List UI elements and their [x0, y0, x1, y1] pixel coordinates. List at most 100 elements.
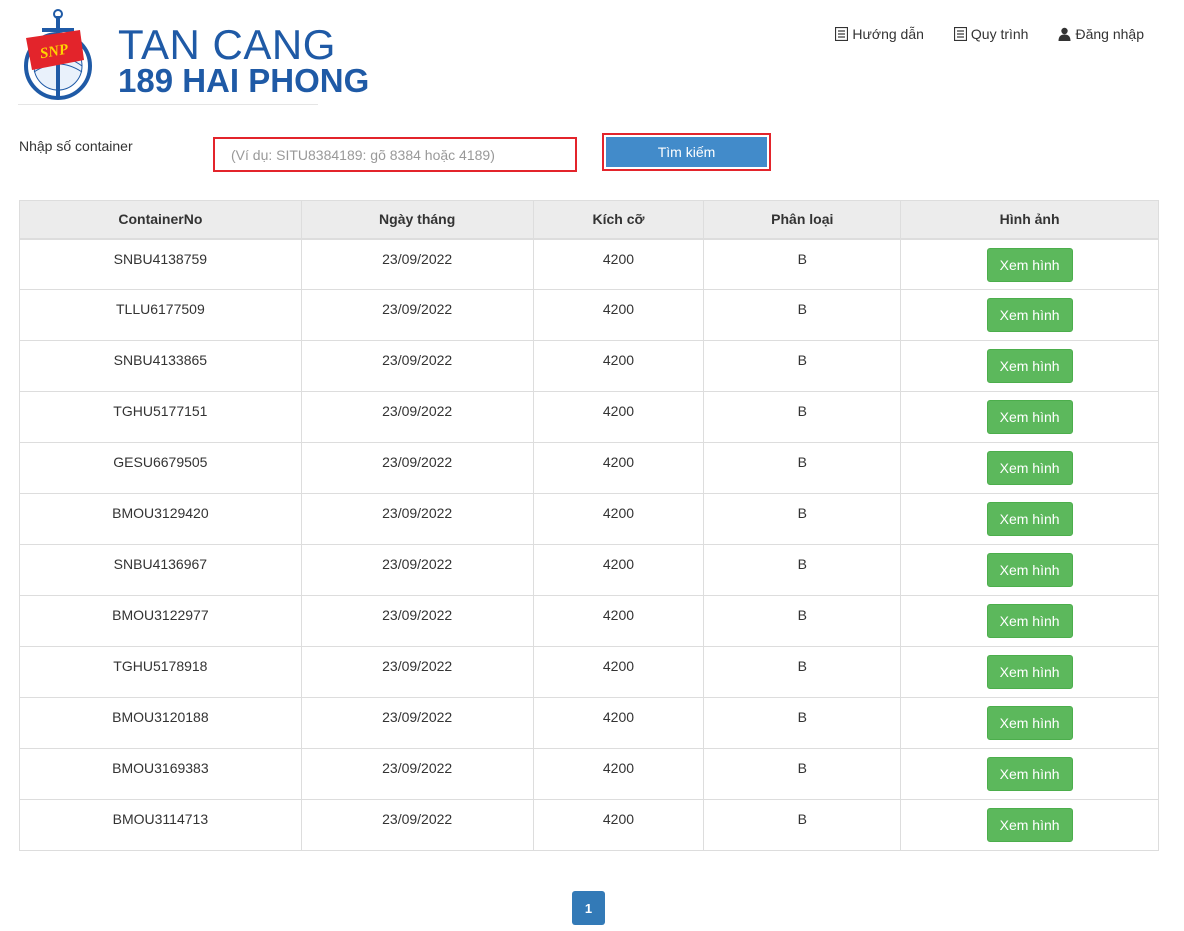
view-image-button[interactable]: Xem hình: [986, 247, 1073, 282]
image-cell: Xem hình: [900, 544, 1159, 596]
table-row: BMOU3114713 23/09/2022 4200 B Xem hình: [19, 799, 1159, 851]
image-cell: Xem hình: [900, 595, 1159, 647]
table-row: BMOU3129420 23/09/2022 4200 B Xem hình: [19, 493, 1159, 545]
size-cell: 4200: [532, 493, 705, 545]
container-number-cell: GESU6679505: [19, 442, 302, 494]
header-divider: [18, 104, 318, 105]
size-cell: 4200: [532, 595, 705, 647]
column-header: Kích cỡ: [532, 200, 705, 240]
size-cell: 4200: [532, 748, 705, 800]
container-number-cell: SNBU4136967: [19, 544, 302, 596]
image-cell: Xem hình: [900, 493, 1159, 545]
table-row: SNBU4136967 23/09/2022 4200 B Xem hình: [19, 544, 1159, 596]
column-header: Hình ảnh: [900, 200, 1159, 240]
view-image-button[interactable]: Xem hình: [986, 400, 1073, 434]
container-number-cell: TGHU5178918: [19, 646, 302, 698]
column-header: ContainerNo: [19, 200, 302, 240]
size-cell: 4200: [532, 544, 705, 596]
image-cell: Xem hình: [900, 442, 1159, 494]
date-cell: 23/09/2022: [300, 442, 534, 494]
table-row: TGHU5178918 23/09/2022 4200 B Xem hình: [19, 646, 1159, 698]
table-row: BMOU3169383 23/09/2022 4200 B Xem hình: [19, 748, 1159, 800]
table-header-row: ContainerNo Ngày tháng Kích cỡ Phân loại…: [19, 200, 1159, 240]
table-row: SNBU4133865 23/09/2022 4200 B Xem hình: [19, 340, 1159, 392]
view-image-button[interactable]: Xem hình: [986, 349, 1073, 383]
site-logo[interactable]: SNP TAN CANG 189 HAI PHONG: [18, 8, 369, 104]
size-cell: 4200: [532, 799, 705, 851]
container-number-cell: SNBU4133865: [19, 340, 302, 392]
search-button[interactable]: Tìm kiếm: [606, 137, 767, 167]
image-cell: Xem hình: [900, 748, 1159, 800]
nav-guide-link[interactable]: Hướng dẫn: [835, 26, 924, 42]
top-navigation: Hướng dẫn Quy trình Đăng nhập: [835, 26, 1144, 42]
date-cell: 23/09/2022: [300, 238, 534, 290]
date-cell: 23/09/2022: [300, 799, 534, 851]
table-row: GESU6679505 23/09/2022 4200 B Xem hình: [19, 442, 1159, 494]
image-cell: Xem hình: [900, 238, 1159, 290]
view-image-button[interactable]: Xem hình: [986, 298, 1073, 332]
type-cell: B: [703, 595, 902, 647]
date-cell: 23/09/2022: [300, 544, 534, 596]
container-number-cell: BMOU3120188: [19, 697, 302, 749]
image-cell: Xem hình: [900, 697, 1159, 749]
container-search-input[interactable]: [213, 137, 577, 172]
table-body: SNBU4138759 23/09/2022 4200 B Xem hình TLLU61…: [19, 238, 1159, 851]
list-icon: [835, 27, 849, 41]
container-number-cell: TLLU6177509: [19, 289, 302, 341]
date-cell: 23/09/2022: [300, 289, 534, 341]
size-cell: 4200: [532, 289, 705, 341]
date-cell: 23/09/2022: [300, 748, 534, 800]
date-cell: 23/09/2022: [300, 646, 534, 698]
list-icon: [953, 27, 967, 41]
view-image-button[interactable]: Xem hình: [986, 757, 1073, 791]
container-number-cell: BMOU3114713: [19, 799, 302, 851]
container-results-table: ContainerNo Ngày tháng Kích cỡ Phân loại…: [19, 200, 1159, 851]
table-row: TLLU6177509 23/09/2022 4200 B Xem hình: [19, 289, 1159, 341]
nav-login-link[interactable]: Đăng nhập: [1058, 26, 1144, 42]
nav-login-label: Đăng nhập: [1075, 26, 1144, 42]
size-cell: 4200: [532, 340, 705, 392]
type-cell: B: [703, 340, 902, 392]
view-image-button[interactable]: Xem hình: [986, 808, 1073, 842]
type-cell: B: [703, 646, 902, 698]
date-cell: 23/09/2022: [300, 595, 534, 647]
search-button-frame: Tìm kiếm: [602, 133, 771, 171]
view-image-button[interactable]: Xem hình: [986, 502, 1073, 536]
date-cell: 23/09/2022: [300, 493, 534, 545]
view-image-button[interactable]: Xem hình: [986, 553, 1073, 587]
image-cell: Xem hình: [900, 289, 1159, 341]
logo-subtitle: 189 HAI PHONG: [118, 62, 370, 99]
view-image-button[interactable]: Xem hình: [986, 604, 1073, 638]
image-cell: Xem hình: [900, 646, 1159, 698]
type-cell: B: [703, 697, 902, 749]
type-cell: B: [703, 748, 902, 800]
table-row: BMOU3120188 23/09/2022 4200 B Xem hình: [19, 697, 1159, 749]
size-cell: 4200: [532, 697, 705, 749]
container-number-cell: BMOU3122977: [19, 595, 302, 647]
size-cell: 4200: [532, 646, 705, 698]
column-header: Phân loại: [703, 200, 902, 240]
table-row: BMOU3122977 23/09/2022 4200 B Xem hình: [19, 595, 1159, 647]
date-cell: 23/09/2022: [300, 340, 534, 392]
table-row: SNBU4138759 23/09/2022 4200 B Xem hình: [19, 238, 1159, 290]
type-cell: B: [703, 544, 902, 596]
column-header: Ngày tháng: [300, 200, 534, 240]
type-cell: B: [703, 391, 902, 443]
nav-process-link[interactable]: Quy trình: [953, 26, 1029, 42]
search-label: Nhập số container: [19, 138, 133, 154]
image-cell: Xem hình: [900, 799, 1159, 851]
container-number-cell: BMOU3129420: [19, 493, 302, 545]
nav-process-label: Quy trình: [970, 26, 1029, 42]
size-cell: 4200: [532, 391, 705, 443]
snp-anchor-flag-icon: SNP: [24, 9, 92, 100]
size-cell: 4200: [532, 238, 705, 290]
pagination-page-button[interactable]: 1: [572, 891, 605, 925]
view-image-button[interactable]: Xem hình: [986, 706, 1073, 740]
type-cell: B: [703, 493, 902, 545]
type-cell: B: [703, 799, 902, 851]
nav-guide-label: Hướng dẫn: [852, 26, 924, 42]
date-cell: 23/09/2022: [300, 697, 534, 749]
view-image-button[interactable]: Xem hình: [986, 451, 1073, 485]
view-image-button[interactable]: Xem hình: [986, 655, 1073, 689]
container-number-cell: BMOU3169383: [19, 748, 302, 800]
